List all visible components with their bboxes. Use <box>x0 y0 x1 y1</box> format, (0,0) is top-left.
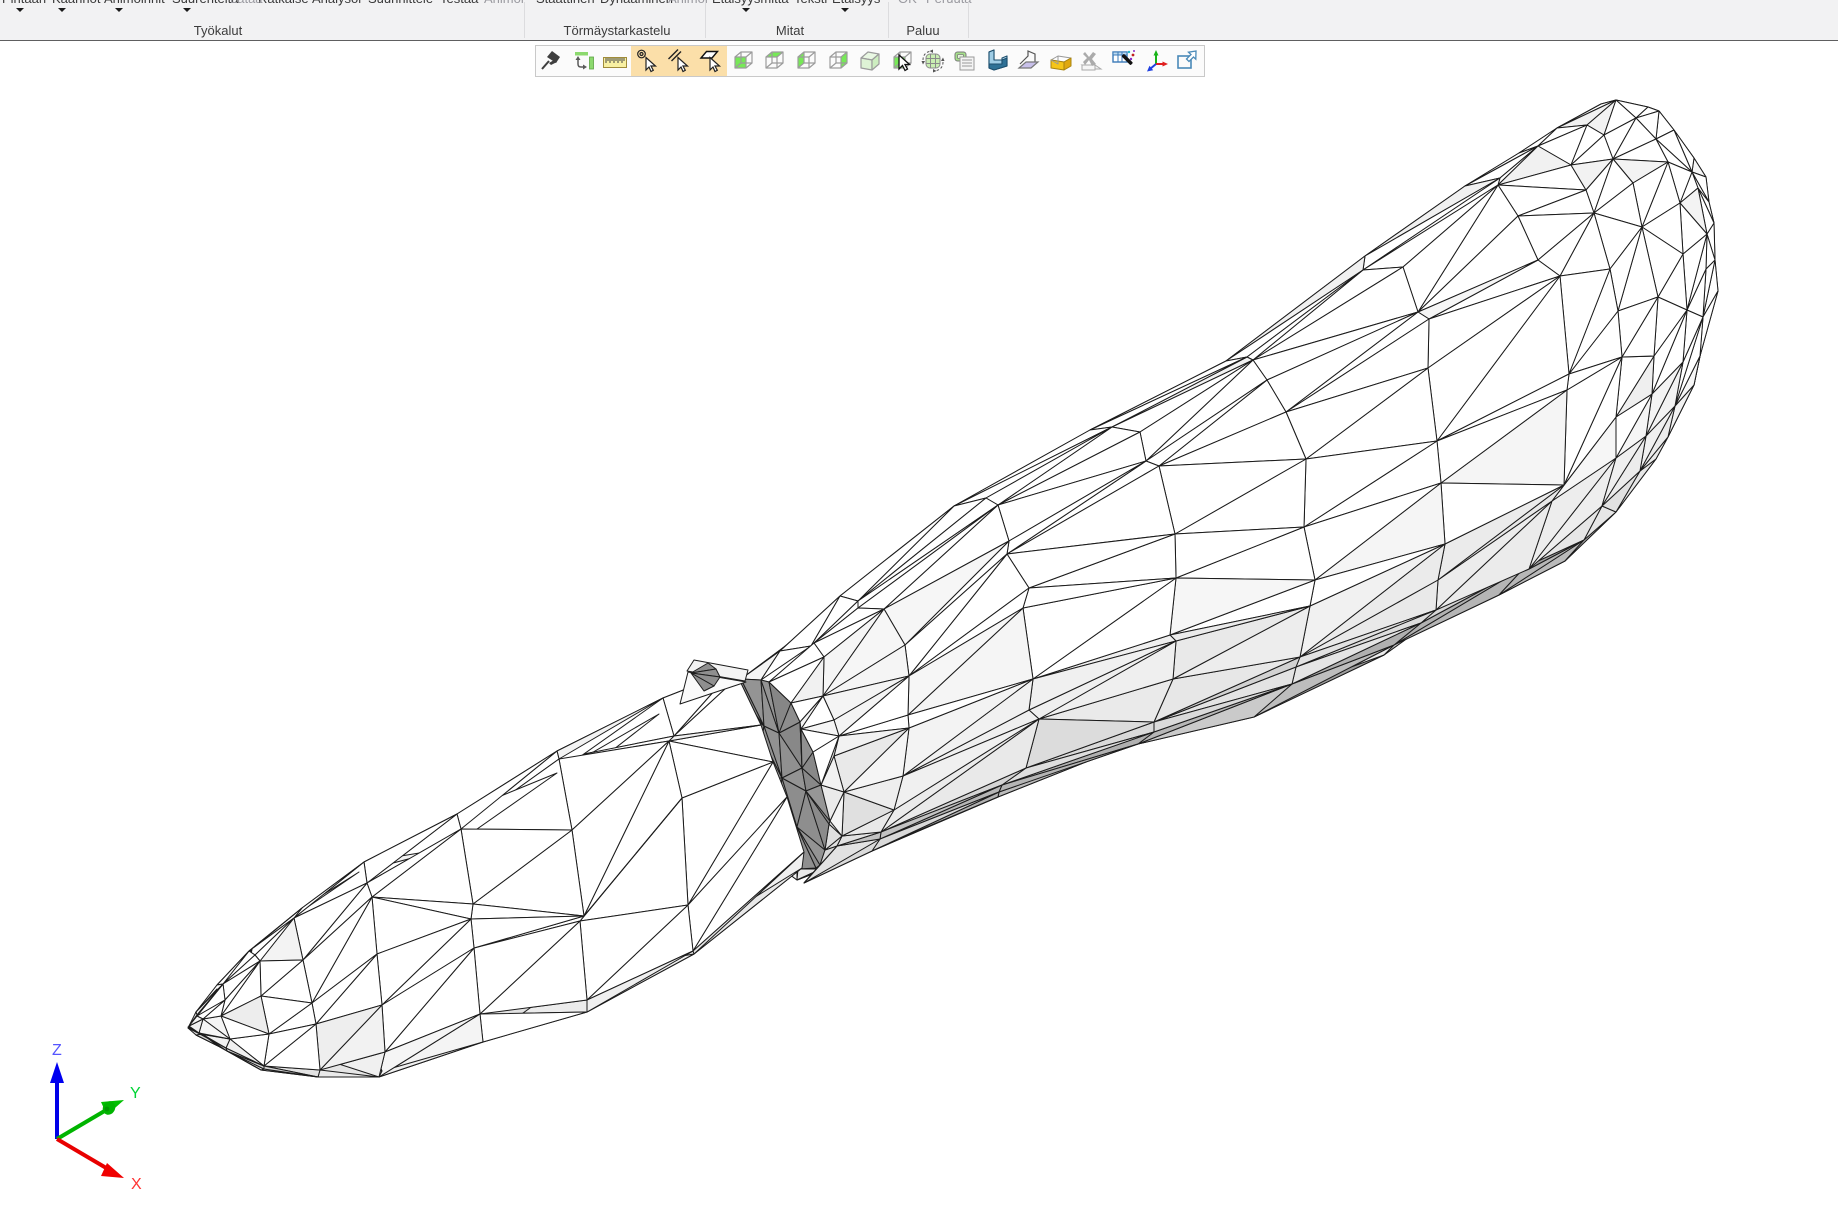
svg-text:Y: Y <box>130 1085 141 1102</box>
svg-text:X: X <box>131 1176 142 1193</box>
svg-text:Z: Z <box>52 1042 62 1059</box>
